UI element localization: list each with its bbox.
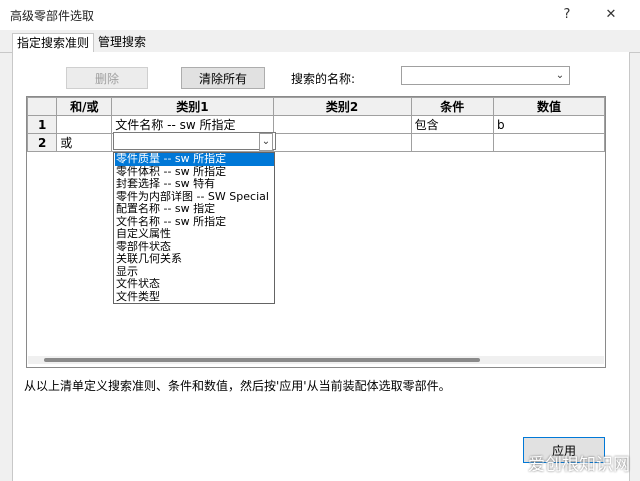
header-value[interactable]: 数值 [493, 97, 605, 116]
corner-cell [27, 97, 58, 116]
dropdown-item-internal-detail[interactable]: 零件为内部详图 -- SW Special [115, 191, 274, 204]
chevron-down-icon: ⌄ [555, 70, 565, 81]
category1-cell[interactable]: 文件名称 -- sw 所指定 [111, 115, 274, 134]
delete-button[interactable]: 删除 [66, 67, 148, 89]
value-cell[interactable]: b [493, 115, 605, 134]
dropdown-item-file-status[interactable]: 文件状态 [115, 278, 274, 291]
tab-manage-search[interactable]: 管理搜索 [94, 33, 150, 52]
scrollbar-thumb[interactable] [44, 358, 480, 362]
dropdown-item-envelope[interactable]: 封套选择 -- sw 特有 [115, 178, 274, 191]
dropdown-item-component-state[interactable]: 零部件状态 [115, 241, 274, 254]
search-name-select[interactable]: ⌄ [401, 66, 570, 85]
andor-cell[interactable] [56, 115, 113, 134]
table-row[interactable]: 1 文件名称 -- sw 所指定 包含 b [27, 115, 605, 134]
category1-dropdown-list: 零件质量 -- sw 所指定 零件体积 -- sw 所指定 封套选择 -- sw… [113, 152, 275, 304]
tab-search-criteria[interactable]: 指定搜索准则 [12, 33, 95, 54]
dropdown-item-file-type[interactable]: 文件类型 [115, 291, 274, 304]
dropdown-item-file-name[interactable]: 文件名称 -- sw 所指定 [115, 216, 274, 229]
dropdown-item-custom-property[interactable]: 自定义属性 [115, 228, 274, 241]
window-title: 高级零部件选取 [10, 9, 95, 23]
watermark-text: 爱创根知识网 [528, 455, 630, 475]
search-name-label: 搜索的名称: [291, 72, 356, 86]
category1-combo[interactable]: ⌄ [113, 132, 276, 151]
dropdown-item-part-mass[interactable]: 零件质量 -- sw 所指定 [115, 153, 274, 166]
help-button[interactable]: ? [557, 5, 577, 25]
dropdown-item-config-name[interactable]: 配置名称 -- sw 指定 [115, 203, 274, 216]
dropdown-item-display[interactable]: 显示 [115, 266, 274, 279]
header-category2[interactable]: 类别2 [272, 97, 412, 116]
category1-combo-value [114, 134, 117, 148]
row-number: 2 [27, 133, 58, 152]
header-condition[interactable]: 条件 [410, 97, 495, 116]
andor-cell[interactable]: 或 [56, 133, 113, 152]
condition-cell[interactable] [410, 133, 495, 152]
value-cell[interactable] [493, 133, 605, 152]
title-bar [0, 0, 640, 30]
dropdown-item-mate-relation[interactable]: 关联几何关系 [115, 253, 274, 266]
category2-cell[interactable] [272, 115, 412, 134]
search-name-value [402, 68, 405, 82]
chevron-down-icon[interactable]: ⌄ [259, 133, 273, 151]
close-button[interactable]: ✕ [601, 5, 621, 25]
row-number: 1 [27, 115, 58, 134]
dropdown-item-part-volume[interactable]: 零件体积 -- sw 所指定 [115, 166, 274, 179]
instruction-text: 从以上清单定义搜索准则、条件和数值，然后按'应用'从当前装配体选取零部件。 [24, 379, 451, 393]
clear-all-button[interactable]: 清除所有 [181, 67, 265, 89]
header-andor[interactable]: 和/或 [56, 97, 113, 116]
category2-cell[interactable] [272, 133, 412, 152]
header-row: 和/或 类别1 类别2 条件 数值 [27, 97, 605, 116]
condition-cell[interactable]: 包含 [410, 115, 495, 134]
header-category1[interactable]: 类别1 [111, 97, 274, 116]
